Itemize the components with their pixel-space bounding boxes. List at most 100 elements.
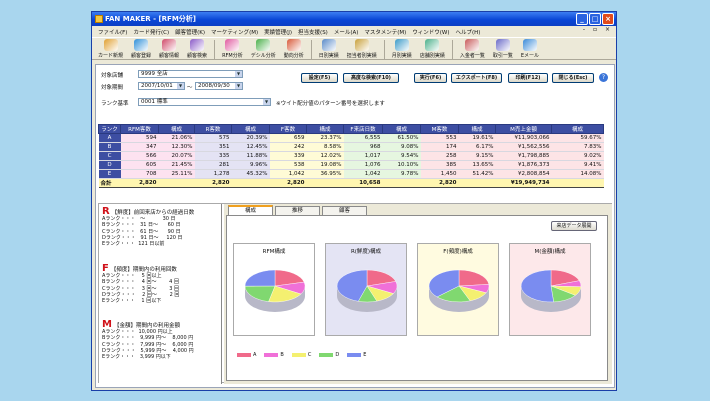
column-header: F客数 — [269, 124, 307, 134]
table-cell: 1,076 — [343, 160, 383, 170]
toolbar-button-9[interactable]: 月別実績 — [388, 38, 416, 59]
table-cell: 6.17% — [458, 142, 496, 152]
toolbar-label: 動向分析 — [283, 53, 304, 59]
tab-composition[interactable]: 構成 — [228, 205, 273, 215]
menu-staff[interactable]: 担当支援(S) — [295, 28, 331, 36]
toolbar-label: カード新規 — [98, 53, 124, 59]
menu-file[interactable]: ファイル(F) — [95, 28, 130, 36]
column-header: 構成 — [158, 124, 195, 134]
expand-visit-data-button[interactable]: 来店データ展開 — [551, 221, 597, 231]
mdi-controls[interactable]: - ▫ × — [583, 26, 613, 33]
advanced-search-button[interactable]: 高度な検索(F10) — [343, 73, 399, 83]
pie-title: R(鮮度)構成 — [350, 249, 382, 255]
minimize-button[interactable]: _ — [576, 13, 588, 25]
store-select[interactable]: 9999 全店 ▼ — [138, 70, 243, 78]
table-cell: C — [98, 151, 121, 161]
toolbar-button-8[interactable]: 担当者別実績 — [343, 38, 381, 59]
table-row[interactable]: C 566 20.07% 335 11.88% 339 12.02% 1,017 9.54% 25… — [98, 151, 604, 161]
rank-criteria-panel: R 【鮮度】前回来店からの経過日数 Aランク・・・ ～ 30 日 Bランク・・・ 3… — [99, 204, 222, 384]
chevron-down-icon: ▼ — [235, 83, 242, 89]
customer-add-icon — [134, 39, 149, 51]
menu-card[interactable]: カード発行(C) — [130, 28, 172, 36]
table-cell: 25.11% — [158, 169, 195, 179]
date-from-select[interactable]: 2007/10/01 ▼ — [138, 82, 185, 90]
pie-title: F(頻度)構成 — [443, 249, 473, 255]
toolbar-button-6[interactable]: 動向分析 — [280, 38, 308, 59]
menu-customer[interactable]: 顧客管理(K) — [172, 28, 208, 36]
table-cell: 538 — [269, 160, 307, 170]
table-row[interactable]: D 605 21.45% 281 9.96% 538 19.08% 1,076 10.10% 38… — [98, 160, 604, 170]
table-cell: B — [98, 142, 121, 152]
run-button[interactable]: 実行(F6) — [414, 73, 447, 83]
table-cell: 23.37% — [306, 133, 344, 143]
toolbar-button-2[interactable]: 顧客情報 — [155, 38, 183, 59]
print-button[interactable]: 印刷(F12) — [508, 73, 548, 83]
table-cell: 9.54% — [382, 151, 421, 161]
toolbar-button-0[interactable]: カード新規 — [94, 38, 127, 59]
table-cell: 14.08% — [551, 169, 604, 179]
toolbar-button-10[interactable]: 店舗別実績 — [416, 38, 449, 59]
date-to-select[interactable]: 2008/09/30 ▼ — [195, 82, 243, 90]
toolbar-label: 月別実績 — [391, 53, 412, 59]
toolbar-button-5[interactable]: デシル分析 — [247, 38, 280, 59]
menu-marketing[interactable]: マーケティング(M) — [208, 28, 261, 36]
menu-results[interactable]: 実績管理(J) — [261, 28, 295, 36]
table-cell: 566 — [120, 151, 159, 161]
maximize-button[interactable]: □ — [589, 13, 601, 25]
column-header: M客数 — [420, 124, 459, 134]
settings-button[interactable]: 設定(F5) — [301, 73, 338, 83]
help-icon[interactable]: ? — [599, 73, 608, 82]
criteria-row: Cランク・・・ 61 日～ 90 日 — [102, 228, 181, 235]
decile-chart-icon — [256, 39, 271, 51]
table-cell: 174 — [420, 142, 459, 152]
table-cell: 13.65% — [458, 160, 496, 170]
table-cell: 20.07% — [158, 151, 195, 161]
close-button[interactable]: 閉じる(Esc) — [552, 73, 594, 83]
period-label: 対象期間 — [101, 85, 124, 91]
toolbar-button-11[interactable]: 入金者一覧 — [456, 38, 489, 59]
app-window: FAN MAKER - [RFM分析] _ □ × ファイル(F) カード発行(… — [91, 11, 617, 391]
table-cell: 21.06% — [158, 133, 195, 143]
menu-master[interactable]: マスタメンテ(M) — [361, 28, 409, 36]
table-cell: 575 — [194, 133, 232, 143]
table-cell: 21.45% — [158, 160, 195, 170]
legend-label: A — [253, 352, 257, 358]
total-cell: 2,820 — [194, 178, 232, 188]
table-cell: 36.95% — [306, 169, 344, 179]
total-cell: 10,658 — [343, 178, 383, 188]
card-icon — [103, 39, 118, 51]
criteria-row: Eランク・・・ 1 回以下 — [102, 298, 162, 305]
toolbar-button-1[interactable]: 顧客登録 — [127, 38, 155, 59]
menu-window[interactable]: ウィンドウ(W) — [409, 28, 452, 36]
menu-help[interactable]: ヘルプ(H) — [453, 28, 484, 36]
table-cell: 19.61% — [458, 133, 496, 143]
legend-label: B — [280, 352, 284, 358]
criteria-m: M 【金額】期間内の利用金額 Aランク・・・ 10,000 円以上 Bランク・・・ … — [102, 320, 194, 361]
legend-swatch — [347, 353, 362, 357]
toolbar-button-4[interactable]: RFM分析 — [218, 38, 247, 59]
table-cell: ¥1,562,556 — [495, 142, 552, 152]
rank-select[interactable]: 0001 標準 ▼ — [138, 98, 271, 106]
table-row[interactable]: B 347 12.30% 351 12.45% 242 8.58% 968 9.08% 174 6.… — [98, 142, 604, 152]
table-row[interactable]: E 708 25.11% 1,278 45.32% 1,042 36.95% 1,042 9.7… — [98, 169, 604, 179]
rank-label: ランク基準 — [101, 101, 129, 107]
rank-note: ※ウイト配分値のパターン番号を選択します — [276, 101, 385, 107]
toolbar-button-12[interactable]: 取引一覧 — [489, 38, 517, 59]
legend-item: D — [319, 352, 339, 358]
menu-mail[interactable]: メール(A) — [331, 28, 362, 36]
toolbar-button-3[interactable]: 顧客検索 — [183, 38, 211, 59]
toolbar-button-13[interactable]: Eメール — [517, 38, 543, 59]
r-title: 【鮮度】前回来店からの経過日数 — [111, 210, 195, 216]
table-cell: 708 — [120, 169, 159, 179]
tab-trend[interactable]: 推移 — [275, 206, 320, 215]
toolbar-button-7[interactable]: 日別実績 — [315, 38, 343, 59]
legend-item: A — [237, 352, 256, 358]
chevron-down-icon: ▼ — [177, 83, 184, 89]
column-header: M売上金額 — [495, 124, 552, 134]
tab-customers[interactable]: 顧客 — [322, 206, 367, 215]
table-row[interactable]: A 594 21.06% 575 20.39% 659 23.37% 6,555 61.50% 5… — [98, 133, 604, 143]
close-window-button[interactable]: × — [602, 13, 614, 25]
total-cell — [458, 178, 496, 188]
export-button[interactable]: エクスポート(F8) — [451, 73, 502, 83]
pie-chart — [428, 269, 490, 312]
